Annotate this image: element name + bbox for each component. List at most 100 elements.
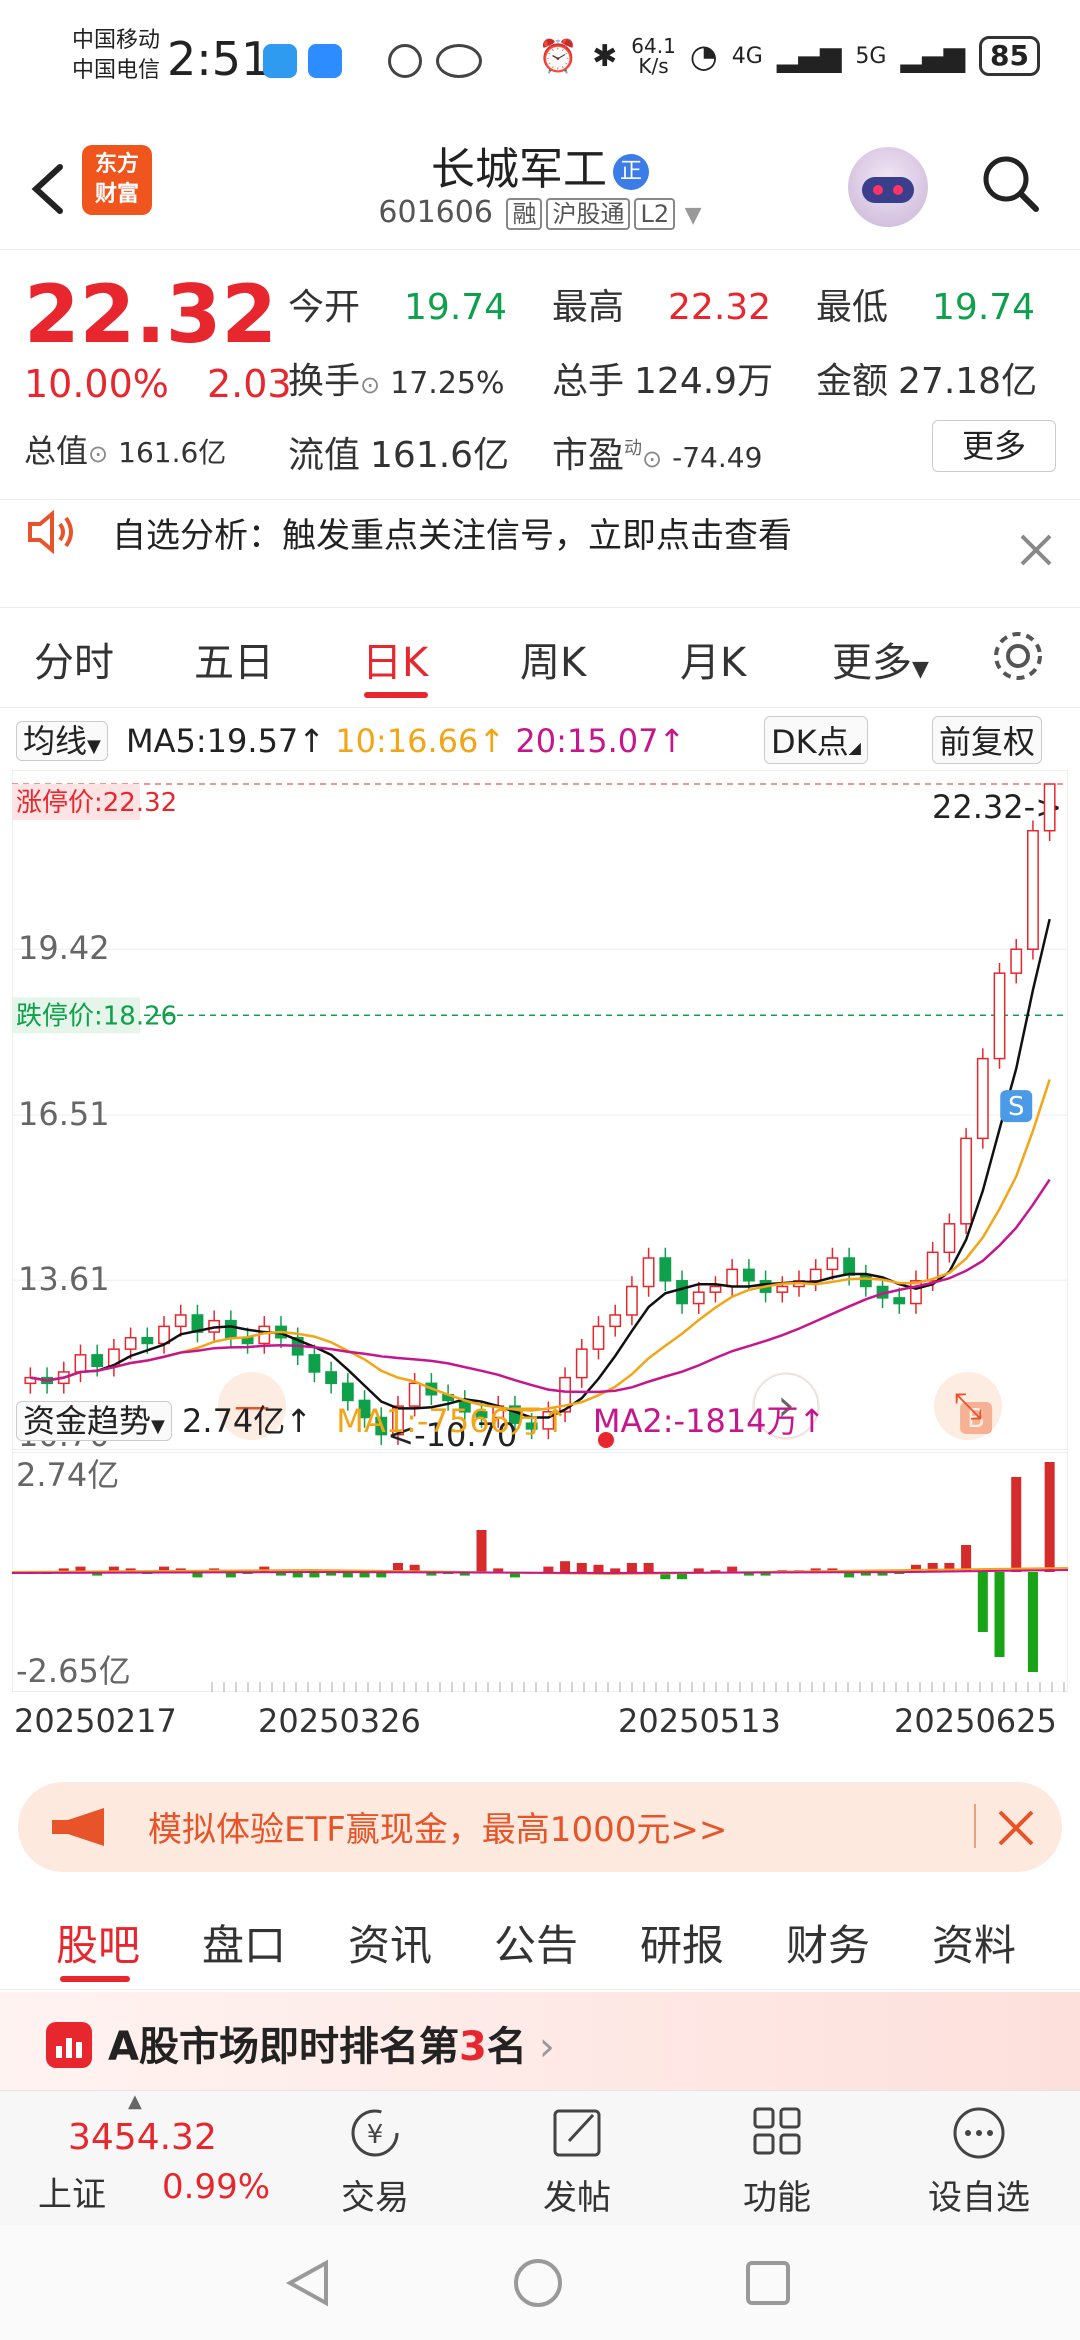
yuan-exchange-icon: ¥: [351, 2109, 399, 2157]
nav-post-label: 发帖: [543, 2178, 611, 2218]
ma-selector[interactable]: 均线▼: [16, 721, 108, 761]
fund-top-label: 2.74亿: [16, 1456, 119, 1494]
candle-body: [676, 1280, 688, 1305]
candle-body: [742, 1268, 755, 1282]
candle-body: [809, 1268, 822, 1282]
fund-bar: [476, 1530, 487, 1572]
tag-connect: 沪股通: [546, 198, 631, 230]
kline-chart-panel[interactable]: 均线▼ MA5:19.57↑ 10:16.66↑ 20:15.07↑ DK点◢ …: [12, 710, 1068, 1765]
market-rank-banner[interactable]: A股市场即时排名第3名 ›: [0, 1992, 1080, 2092]
eye-icon: [436, 44, 482, 78]
fund-bar: [610, 1568, 621, 1572]
index-percent[interactable]: 0.99%: [162, 2167, 270, 2207]
more-quote-button[interactable]: 更多: [932, 420, 1056, 472]
last-price: 22.32: [24, 268, 278, 361]
tab-finance[interactable]: 财务: [786, 1912, 870, 1973]
up-arrow-icon: ↑: [541, 1402, 569, 1440]
settings-gear-icon[interactable]: [990, 628, 1046, 684]
clock: 2:51: [167, 32, 271, 86]
divider: [974, 1804, 976, 1848]
speaker-icon: [28, 509, 73, 555]
close-icon[interactable]: [1018, 532, 1054, 568]
tab-profile[interactable]: 资料: [932, 1912, 1016, 1973]
tab-news[interactable]: 资讯: [348, 1912, 432, 1973]
kline-chart[interactable]: 19.4216.5113.6110.70涨停价:22.32跌停价:18.2622…: [12, 770, 1068, 1450]
signal-alert-banner[interactable]: 自选分析：触发重点关注信号，立即点击查看: [0, 500, 1080, 608]
fund-flow-chart[interactable]: 2.74亿 -2.65亿: [12, 1452, 1068, 1692]
tab-research[interactable]: 研报: [640, 1912, 724, 1973]
tab-intraday[interactable]: 分时: [34, 630, 114, 688]
fund-selector[interactable]: 资金趋势▼: [16, 1401, 172, 1441]
adjust-button[interactable]: 前复权: [932, 716, 1043, 764]
content-tabs: 股吧 盘口 资讯 公告 研报 财务 资料: [0, 1890, 1080, 1990]
megaphone-icon: [52, 1808, 104, 1846]
tab-monthly-k[interactable]: 月K: [680, 630, 746, 688]
grid-apps-icon: [753, 2107, 801, 2155]
tab-more[interactable]: 更多▼: [832, 630, 929, 688]
quote-low: 最低 19.74: [816, 278, 1035, 330]
ma20-line: [30, 1178, 1051, 1394]
candle-body: [1010, 948, 1023, 974]
rank-number: 3: [458, 2024, 487, 2070]
info-icon: ⊙: [360, 371, 381, 399]
fund-bar: [626, 1563, 637, 1572]
candle-body: [993, 972, 1006, 1060]
nav-add-watchlist[interactable]: 设自选: [904, 2105, 1054, 2219]
index-name[interactable]: 上证: [38, 2167, 106, 2216]
status-right: ⏰ ✱ 64.1 K/s ◔ 4G ▂▄▆ 5G ▂▄▆ 85: [538, 36, 1040, 76]
quote-float-cap: 流值 161.6亿: [288, 426, 509, 478]
bluetooth-icon: ✱: [592, 38, 618, 74]
home-circle-icon[interactable]: [512, 2257, 564, 2309]
dropdown-triangle-icon: ▼: [684, 203, 702, 228]
dropdown-icon: ▼: [912, 657, 929, 682]
candle-body: [776, 1285, 789, 1293]
up-arrow-icon: ↑: [658, 722, 686, 760]
carrier-info: 中国移动 中国电信: [72, 26, 160, 86]
back-triangle-icon[interactable]: [284, 2257, 332, 2309]
marketcap-label: 总值: [24, 432, 89, 470]
robot-assistant-avatar[interactable]: [848, 147, 928, 227]
nav-functions[interactable]: 功能: [702, 2105, 852, 2219]
ma10-line: [30, 1079, 1051, 1412]
fund-bar: [1044, 1462, 1055, 1572]
nav-post[interactable]: 发帖: [502, 2105, 652, 2219]
dk-label: DK点: [771, 723, 849, 761]
etf-promo-banner[interactable]: 模拟体验ETF赢现金，最高1000元>>: [18, 1782, 1062, 1872]
battery-indicator: 85: [979, 36, 1040, 76]
dropdown-icon: ▼: [151, 1416, 165, 1437]
quote-amount: 金额 27.18亿: [816, 352, 1037, 404]
tab-daily-k[interactable]: 日K: [362, 630, 428, 688]
weather-app-icon: [263, 44, 297, 78]
tab-weekly-k[interactable]: 周K: [520, 630, 586, 688]
stock-code: 601606: [378, 195, 493, 230]
tab-forum[interactable]: 股吧: [56, 1912, 140, 1973]
nav-trade[interactable]: ¥ 交易: [300, 2105, 450, 2219]
chevron-right-icon: ›: [538, 2024, 555, 2070]
recents-square-icon[interactable]: [744, 2257, 792, 2309]
search-button[interactable]: [980, 153, 1040, 213]
candle-body: [642, 1257, 655, 1288]
open-value: 19.74: [404, 287, 508, 328]
rank-text: A股市场即时排名第3名 ›: [108, 2014, 555, 2072]
y-axis-label: 19.42: [18, 929, 110, 967]
volume-label: 总手: [552, 361, 625, 402]
tab-5day[interactable]: 五日: [194, 630, 274, 688]
up-arrow-icon: ↑: [285, 1402, 313, 1440]
info-icon-3: ⊙: [642, 445, 663, 473]
nav-trade-label: 交易: [341, 2178, 409, 2218]
fund-bottom-label: -2.65亿: [16, 1652, 131, 1690]
verified-badge: 正: [613, 154, 649, 190]
fund-bar: [576, 1563, 587, 1572]
active-tab-indicator: [60, 1976, 130, 1982]
candle-body: [308, 1354, 321, 1373]
fullscreen-button-icon: ⤡: [954, 1386, 983, 1427]
tab-announcements[interactable]: 公告: [494, 1912, 578, 1973]
dk-point-button[interactable]: DK点◢: [764, 716, 868, 764]
close-icon[interactable]: [996, 1808, 1036, 1848]
index-value[interactable]: 3454.32: [68, 2117, 217, 2158]
candle-body: [224, 1319, 237, 1339]
tab-orderbook[interactable]: 盘口: [202, 1912, 286, 1973]
candle-body: [826, 1257, 839, 1271]
pe-superscript: 动: [624, 438, 643, 459]
alarm-icon: ⏰: [538, 37, 579, 75]
